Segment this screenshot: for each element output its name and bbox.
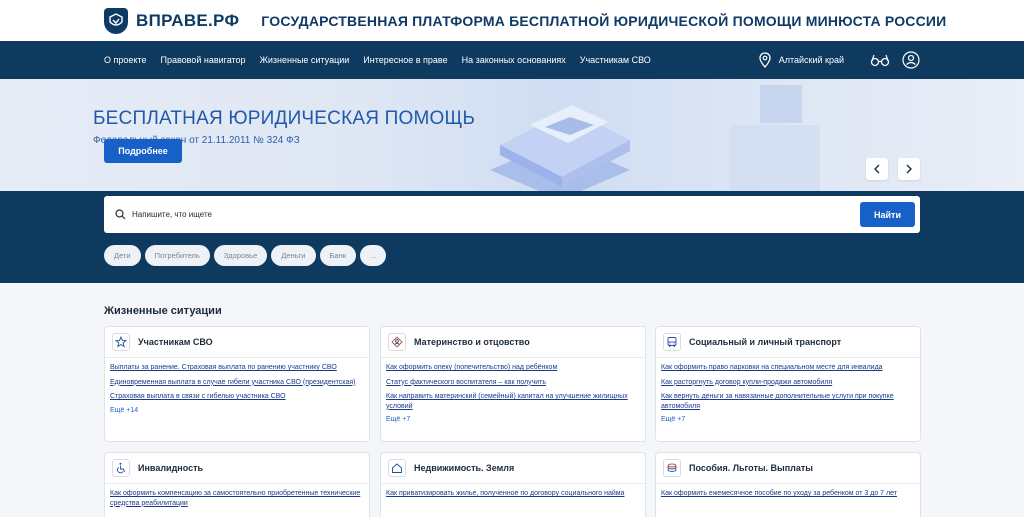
card-header[interactable]: Пособия. Льготы. Выплаты xyxy=(656,453,920,484)
tag-chip-bank[interactable]: Банк xyxy=(319,245,357,266)
nav-item-svo-participants[interactable]: Участникам СВО xyxy=(580,55,651,65)
situation-card-disability: Инвалидность Как оформить компенсацию за… xyxy=(104,452,370,517)
card-title: Пособия. Льготы. Выплаты xyxy=(689,463,813,473)
search-bar: Найти xyxy=(104,196,920,233)
bus-icon xyxy=(663,333,681,351)
situation-card-transport: Социальный и личный транспорт Как оформи… xyxy=(655,326,921,442)
situation-card-benefits: Пособия. Льготы. Выплаты Как оформить еж… xyxy=(655,452,921,517)
tag-chip-consumer[interactable]: Потребитель xyxy=(144,245,210,266)
situation-link[interactable]: Как оформить право парковки на специальн… xyxy=(661,363,915,373)
show-more-link[interactable]: Ещё +7 xyxy=(656,416,920,423)
star-icon xyxy=(112,333,130,351)
coins-icon xyxy=(663,459,681,477)
logo-emblem-icon[interactable] xyxy=(104,7,128,34)
situation-card-real-estate: Недвижимость. Земля Как приватизировать … xyxy=(380,452,646,517)
situation-link[interactable]: Единовременная выплата в случае гибели у… xyxy=(110,378,364,388)
situation-card-parenthood: Материнство и отцовство Как оформить опе… xyxy=(380,326,646,442)
show-more-link[interactable]: Ещё +14 xyxy=(105,407,369,414)
tag-chip-children[interactable]: Дети xyxy=(104,245,141,266)
carousel-next-button[interactable] xyxy=(898,158,920,180)
card-header[interactable]: Материнство и отцовство xyxy=(381,327,645,358)
search-button[interactable]: Найти xyxy=(860,202,915,227)
more-button[interactable]: Подробнее xyxy=(104,139,182,163)
nav-item-legal-navigator[interactable]: Правовой навигатор xyxy=(160,55,245,65)
carousel-prev-button[interactable] xyxy=(866,158,888,180)
card-title: Материнство и отцовство xyxy=(414,337,530,347)
card-title: Социальный и личный транспорт xyxy=(689,337,842,347)
user-icon[interactable] xyxy=(902,51,920,69)
location-pin-icon xyxy=(759,52,771,68)
card-title: Участникам СВО xyxy=(138,337,213,347)
search-input[interactable] xyxy=(132,210,860,219)
situation-link[interactable]: Как приватизировать жилье, полученное по… xyxy=(386,489,640,499)
nav-item-about[interactable]: О проекте xyxy=(104,55,146,65)
card-header[interactable]: Участникам СВО xyxy=(105,327,369,358)
card-header[interactable]: Инвалидность xyxy=(105,453,369,484)
nav-item-legal-grounds[interactable]: На законных основаниях xyxy=(462,55,566,65)
situation-link[interactable]: Страховая выплата в связи с гибелью учас… xyxy=(110,392,364,402)
brand-logo-text[interactable]: ВПРАВЕ.РФ xyxy=(136,11,239,31)
card-header[interactable]: Недвижимость. Земля xyxy=(381,453,645,484)
card-title: Инвалидность xyxy=(138,463,204,473)
card-title: Недвижимость. Земля xyxy=(414,463,515,473)
top-header: ВПРАВЕ.РФ ГОСУДАРСТВЕННАЯ ПЛАТФОРМА БЕСП… xyxy=(0,0,1024,41)
region-label: Алтайский край xyxy=(778,55,844,65)
section-title: Жизненные ситуации xyxy=(104,305,222,317)
house-icon xyxy=(388,459,406,477)
tag-chip-money[interactable]: Деньги xyxy=(271,245,316,266)
wheelchair-icon xyxy=(112,459,130,477)
quick-tags: Дети Потребитель Здоровье Деньги Банк ..… xyxy=(104,245,390,266)
show-more-link[interactable]: Ещё +7 xyxy=(381,416,645,423)
hero-illustration xyxy=(490,79,820,191)
search-section: Найти Дети Потребитель Здоровье Деньги Б… xyxy=(0,191,1024,283)
search-icon xyxy=(115,209,126,220)
card-header[interactable]: Социальный и личный транспорт xyxy=(656,327,920,358)
situation-link[interactable]: Как оформить компенсацию за самостоятель… xyxy=(110,489,364,508)
chevron-left-icon xyxy=(874,164,880,174)
situation-link[interactable]: Как расторгнуть договор купли-продажи ав… xyxy=(661,378,915,388)
situation-link[interactable]: Как оформить ежемесячное пособие по уход… xyxy=(661,489,915,499)
tag-chip-health[interactable]: Здоровье xyxy=(213,245,268,266)
situation-card-svo: Участникам СВО Выплаты за ранение. Страх… xyxy=(104,326,370,442)
region-selector[interactable]: Алтайский край xyxy=(759,52,844,68)
chevron-right-icon xyxy=(906,164,912,174)
main-nav: О проекте Правовой навигатор Жизненные с… xyxy=(0,41,1024,79)
hero-banner: БЕСПЛАТНАЯ ЮРИДИЧЕСКАЯ ПОМОЩЬ Федеральны… xyxy=(0,79,1024,191)
accessibility-glasses-icon[interactable] xyxy=(870,53,890,67)
situation-link[interactable]: Статус фактического воспитателя – как по… xyxy=(386,378,640,388)
platform-title: ГОСУДАРСТВЕННАЯ ПЛАТФОРМА БЕСПЛАТНОЙ ЮРИ… xyxy=(261,12,947,29)
situation-link[interactable]: Выплаты за ранение. Страховая выплата по… xyxy=(110,363,364,373)
nav-item-interesting-law[interactable]: Интересное в праве xyxy=(363,55,447,65)
situation-link[interactable]: Как направить материнский (семейный) кап… xyxy=(386,392,640,411)
nav-item-life-situations[interactable]: Жизненные ситуации xyxy=(260,55,350,65)
family-icon xyxy=(388,333,406,351)
hero-title: БЕСПЛАТНАЯ ЮРИДИЧЕСКАЯ ПОМОЩЬ xyxy=(93,108,476,129)
situation-link[interactable]: Как вернуть деньги за навязанные дополни… xyxy=(661,392,915,411)
tag-chip-more[interactable]: ... xyxy=(360,245,387,266)
situation-link[interactable]: Как оформить опеку (попечительство) над … xyxy=(386,363,640,373)
